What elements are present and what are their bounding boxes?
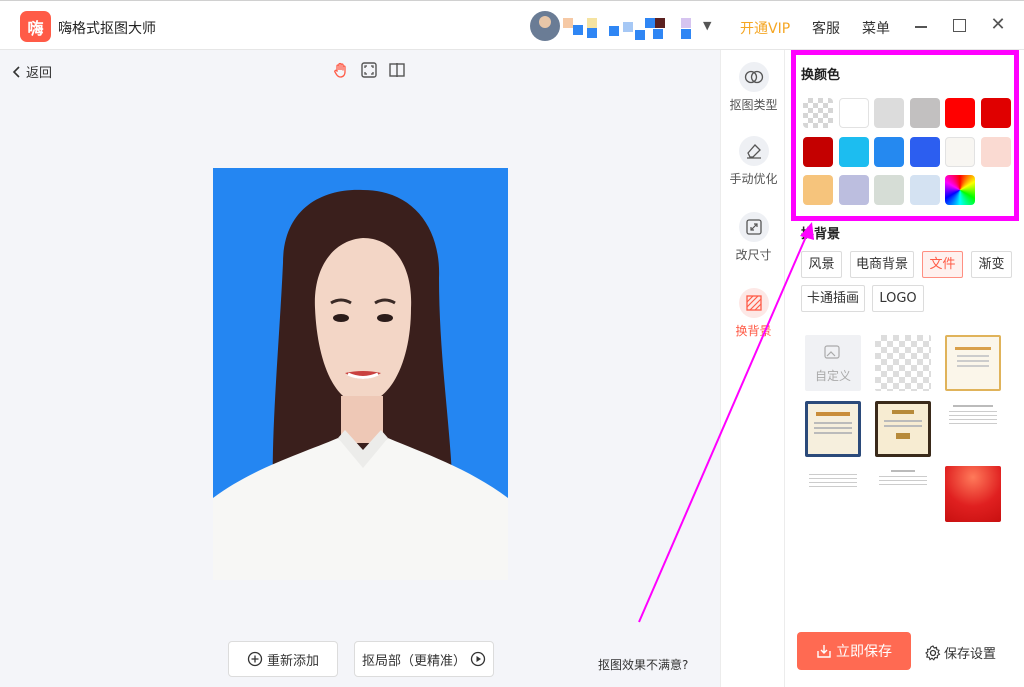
- readd-label: 重新添加: [266, 653, 319, 669]
- user-avatar[interactable]: [530, 11, 560, 41]
- local-cutout-button[interactable]: 抠局部（更精准）: [354, 641, 494, 677]
- thumb-certificate-3[interactable]: [875, 401, 931, 457]
- bg-tab-ecommerce[interactable]: 电商背景: [850, 251, 914, 278]
- close-icon[interactable]: ✕: [989, 16, 1007, 34]
- play-circle-icon: [470, 651, 486, 667]
- save-now-button[interactable]: 立即保存: [797, 632, 911, 670]
- hand-tool-icon[interactable]: [333, 62, 349, 78]
- download-icon: [817, 645, 831, 658]
- app-logo: 嗨: [20, 11, 51, 42]
- bg-tab-document[interactable]: 文件: [922, 251, 963, 278]
- thumb-custom[interactable]: 自定义: [805, 335, 861, 391]
- tool-manual-optimize-label: 手动优化: [729, 172, 778, 186]
- bg-tab-scenery[interactable]: 风景: [801, 251, 842, 278]
- local-cutout-label: 抠局部（更精准）: [361, 653, 466, 669]
- gear-icon: [925, 644, 941, 661]
- bg-tab-cartoon[interactable]: 卡通插画: [801, 285, 865, 312]
- side-tool-bar: 抠图类型 手动优化 改尺寸 换背景: [720, 50, 785, 687]
- tool-resize[interactable]: 改尺寸: [721, 212, 786, 263]
- readd-button[interactable]: 重新添加: [228, 641, 338, 677]
- thumb-document-2[interactable]: [805, 466, 861, 522]
- tool-cutout-type-label: 抠图类型: [729, 98, 778, 112]
- maximize-icon[interactable]: [953, 19, 966, 32]
- tool-resize-label: 改尺寸: [735, 248, 772, 262]
- cutout-type-icon: [738, 62, 769, 92]
- background-section-title: 换背景: [801, 227, 841, 242]
- tool-cutout-type[interactable]: 抠图类型: [721, 62, 786, 113]
- save-now-label: 立即保存: [836, 644, 892, 660]
- save-settings-label: 保存设置: [944, 647, 997, 662]
- tool-manual-optimize[interactable]: 手动优化: [721, 136, 786, 187]
- bg-tab-logo[interactable]: LOGO: [872, 285, 924, 312]
- bg-tab-gradient[interactable]: 渐变: [971, 251, 1012, 278]
- save-settings-button[interactable]: 保存设置: [925, 643, 996, 662]
- portrait-image: [213, 168, 508, 580]
- not-satisfied-link[interactable]: 抠图效果不满意?: [598, 656, 688, 673]
- chevron-left-icon: [12, 65, 20, 78]
- logo-glyph: 嗨: [27, 18, 44, 38]
- image-add-icon: [824, 345, 840, 359]
- compare-icon[interactable]: [389, 62, 405, 78]
- title-bar: 嗨 嗨格式抠图大师 ▼ 开通VIP 客服 菜单 ✕: [0, 0, 1024, 50]
- thumb-document-1[interactable]: [945, 401, 1001, 457]
- resize-icon: [738, 212, 769, 242]
- thumb-gradient-red[interactable]: [945, 466, 1001, 522]
- minimize-icon[interactable]: [912, 15, 930, 35]
- thumb-certificate-1[interactable]: [945, 335, 1001, 391]
- tool-change-background[interactable]: 换背景: [721, 288, 786, 339]
- app-title: 嗨格式抠图大师: [58, 21, 156, 37]
- highlight-box: [791, 50, 1019, 221]
- thumb-transparent[interactable]: [875, 335, 931, 391]
- eraser-icon: [738, 136, 769, 166]
- chevron-down-icon[interactable]: ▼: [703, 19, 711, 32]
- menu-link[interactable]: 菜单: [862, 18, 890, 38]
- username-pixelated[interactable]: [563, 18, 698, 42]
- customer-service-link[interactable]: 客服: [812, 18, 840, 38]
- portrait-photo: [213, 168, 508, 580]
- back-button[interactable]: 返回: [12, 62, 52, 81]
- thumb-certificate-2[interactable]: [805, 401, 861, 457]
- plus-circle-icon: [247, 651, 263, 667]
- background-icon: [738, 288, 769, 318]
- thumb-custom-label: 自定义: [814, 369, 851, 383]
- thumb-document-3[interactable]: [875, 466, 931, 522]
- back-label: 返回: [26, 66, 53, 81]
- fit-screen-icon[interactable]: [361, 62, 377, 78]
- tool-change-background-label: 换背景: [735, 324, 772, 338]
- vip-link[interactable]: 开通VIP: [740, 18, 790, 38]
